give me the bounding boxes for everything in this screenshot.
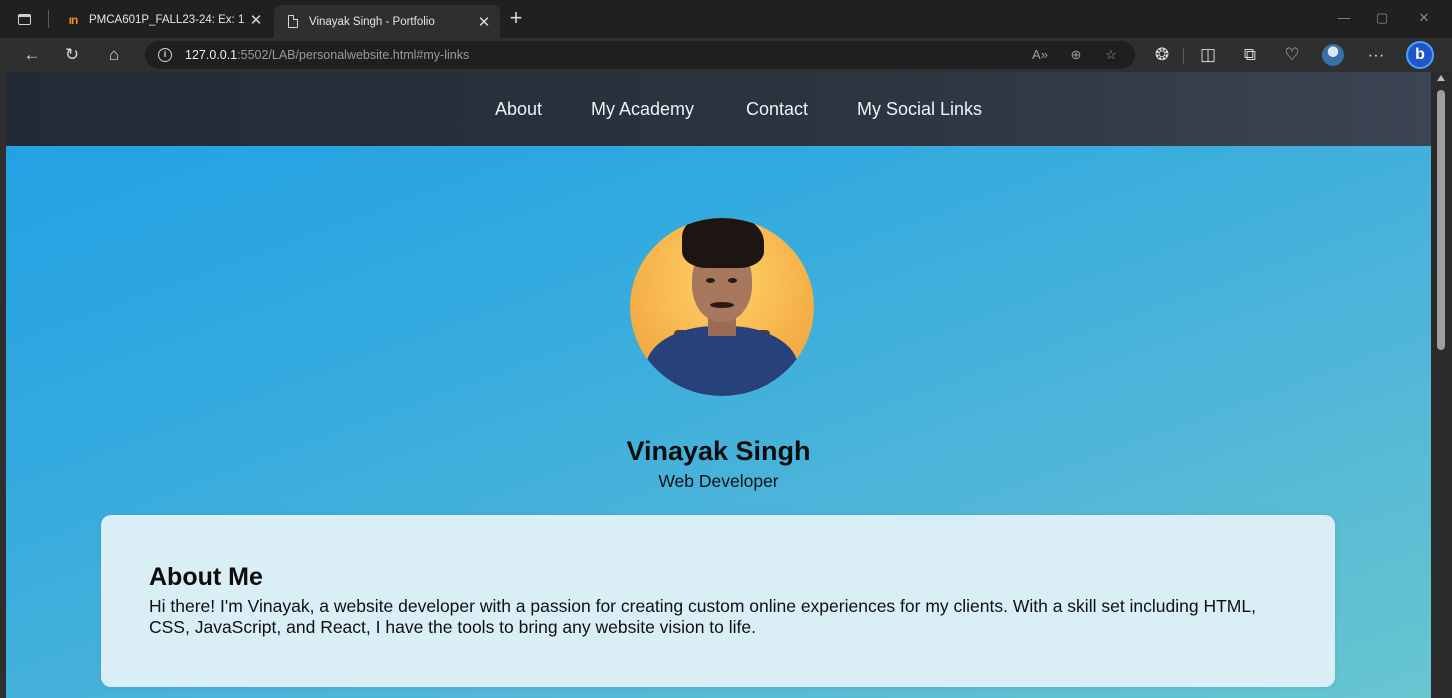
read-aloud-icon[interactable]: A» — [1029, 45, 1051, 65]
home-icon[interactable]: ⌂ — [102, 43, 126, 67]
browser-tab-course[interactable]: ın PMCA601P_FALL23-24: Ex: 1 Pers ✕ — [54, 5, 272, 35]
tab-title: Vinayak Singh - Portfolio — [309, 15, 435, 28]
tab-actions-icon[interactable] — [14, 9, 34, 29]
eye — [706, 278, 715, 283]
site-navbar: About My Academy Contact My Social Links — [6, 72, 1431, 146]
nav-link-academy[interactable]: My Academy — [591, 99, 694, 120]
profile-name: Vinayak Singh — [626, 436, 811, 466]
nav-link-about[interactable]: About — [495, 99, 542, 120]
document-icon — [284, 14, 302, 29]
close-tab-icon[interactable]: ✕ — [474, 13, 494, 31]
new-tab-icon[interactable]: + — [506, 6, 526, 32]
favorite-star-icon[interactable]: ☆ — [1100, 45, 1122, 65]
browser-essentials-icon[interactable]: ♡ — [1280, 43, 1304, 67]
eye — [728, 278, 737, 283]
page-viewport: About My Academy Contact My Social Links… — [0, 72, 1452, 698]
extensions-icon[interactable]: ❂ — [1150, 43, 1174, 67]
split-screen-icon[interactable]: ◫ — [1196, 43, 1220, 67]
toolbar-divider — [1183, 48, 1184, 64]
zoom-icon[interactable]: ⊕ — [1065, 45, 1087, 65]
shirt — [646, 326, 798, 396]
nav-link-social[interactable]: My Social Links — [857, 99, 982, 120]
scroll-up-arrow-icon[interactable] — [1437, 75, 1445, 81]
about-section: About Me Hi there! I'm Vinayak, a websit… — [101, 515, 1335, 687]
back-icon[interactable]: ← — [20, 43, 44, 67]
profile-role: Web Developer — [658, 471, 779, 491]
more-options-icon[interactable]: ··· — [1364, 43, 1388, 67]
tab-title: PMCA601P_FALL23-24: Ex: 1 Pers — [89, 14, 246, 26]
mustache — [710, 302, 734, 308]
portfolio-page: About My Academy Contact My Social Links… — [6, 72, 1431, 698]
hair — [682, 218, 764, 268]
url-path: :5502/LAB/personalwebsite.html#my-links — [237, 48, 470, 62]
refresh-icon[interactable]: ↻ — [60, 43, 84, 67]
tab-divider — [48, 10, 49, 28]
site-info-icon[interactable]: i — [158, 48, 172, 62]
about-text: Hi there! I'm Vinayak, a website develop… — [149, 596, 1256, 637]
profile-photo — [630, 218, 814, 396]
in-brand-icon: ın — [68, 13, 79, 27]
maximize-icon[interactable]: ▢ — [1372, 10, 1392, 26]
nav-link-contact[interactable]: Contact — [746, 99, 808, 120]
minimize-icon[interactable]: — — [1334, 10, 1354, 25]
vertical-scrollbar[interactable] — [1431, 72, 1452, 698]
url-host: 127.0.0.1 — [185, 48, 238, 62]
bing-copilot-icon[interactable]: b — [1406, 41, 1434, 69]
browser-tab-portfolio[interactable]: Vinayak Singh - Portfolio ✕ — [274, 5, 500, 38]
address-bar[interactable]: i 127.0.0.1:5502/LAB/personalwebsite.htm… — [145, 41, 1135, 69]
browser-tab-bar: ın PMCA601P_FALL23-24: Ex: 1 Pers ✕ Vina… — [0, 0, 1452, 38]
close-tab-icon[interactable]: ✕ — [246, 11, 266, 29]
scroll-thumb[interactable] — [1437, 90, 1445, 350]
collections-icon[interactable]: ⧉ — [1238, 43, 1262, 67]
profile-avatar-icon[interactable] — [1322, 44, 1344, 66]
close-window-icon[interactable]: ✕ — [1414, 10, 1434, 26]
about-title: About Me — [149, 563, 263, 591]
browser-toolbar: ← ↻ ⌂ i 127.0.0.1:5502/LAB/personalwebsi… — [0, 38, 1452, 72]
